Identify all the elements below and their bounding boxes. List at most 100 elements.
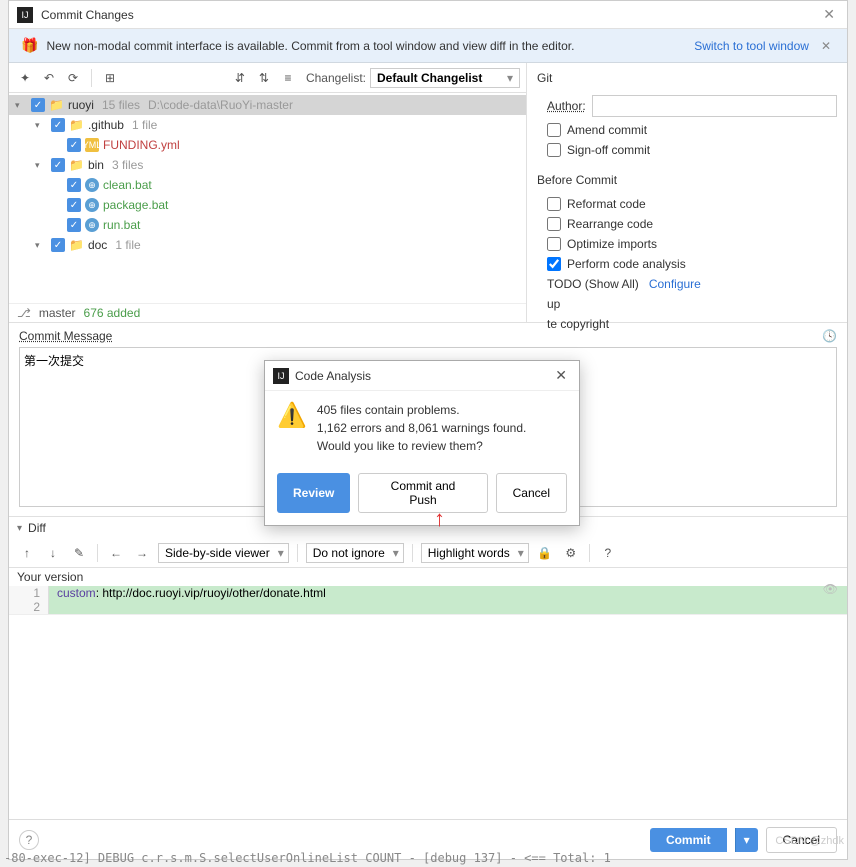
changelist-label: Changelist:: [306, 71, 366, 85]
git-options-pane: Git Author: Amend commit Sign-off commit…: [527, 63, 847, 322]
chevron-down-icon[interactable]: ▾: [35, 240, 47, 251]
author-label: Author:: [547, 99, 586, 113]
checkbox[interactable]: ✓: [67, 138, 81, 152]
changes-tree[interactable]: ▾ ✓ 📁 ruoyi 15 files D:\code-data\RuoYi-…: [9, 93, 526, 303]
checkbox[interactable]: ✓: [51, 158, 65, 172]
diff-toolbar: ↑ ↓ ✎ ← → Side-by-side viewer Do not ign…: [9, 539, 847, 568]
diff-section: ▾ Diff ↑ ↓ ✎ ← → Side-by-side viewer Do …: [9, 516, 847, 814]
branch-icon: ⎇: [17, 306, 31, 320]
gift-icon: 🎁: [21, 37, 38, 54]
refresh-icon[interactable]: ⟳: [63, 68, 83, 88]
configure-link[interactable]: Configure: [649, 277, 701, 291]
help-icon[interactable]: ?: [598, 543, 618, 563]
signoff-checkbox[interactable]: [547, 143, 561, 157]
chevron-down-icon[interactable]: ▾: [15, 100, 27, 111]
folder-icon: 📁: [69, 238, 84, 252]
before-commit-title: Before Commit: [537, 173, 837, 187]
bat-file-icon: ⊕: [85, 178, 99, 192]
collapse-icon[interactable]: ⇅: [254, 68, 274, 88]
checkbox[interactable]: ✓: [67, 218, 81, 232]
folder-icon: 📁: [69, 118, 84, 132]
chevron-down-icon[interactable]: ▾: [17, 523, 22, 534]
bat-file-icon: ⊕: [85, 218, 99, 232]
filter-icon[interactable]: ≡: [278, 68, 298, 88]
tree-root[interactable]: ▾ ✓ 📁 ruoyi 15 files D:\code-data\RuoYi-…: [9, 95, 526, 115]
checkbox[interactable]: ✓: [51, 118, 65, 132]
analysis-checkbox[interactable]: [547, 257, 561, 271]
review-button[interactable]: Review: [277, 473, 350, 513]
tree-file[interactable]: ✓ ⊕ run.bat: [9, 215, 526, 235]
diff-label: Diff: [28, 521, 46, 535]
info-banner: 🎁 New non-modal commit interface is avai…: [9, 29, 847, 63]
tree-file[interactable]: ✓ ⊕ package.bat: [9, 195, 526, 215]
edit-icon[interactable]: ✎: [69, 543, 89, 563]
history-icon[interactable]: 🕓: [822, 329, 837, 343]
debug-output: -80-exec-12] DEBUG c.r.s.m.S.selectUserO…: [0, 849, 856, 867]
viewer-combo[interactable]: Side-by-side viewer: [158, 543, 289, 563]
modal-cancel-button[interactable]: Cancel: [496, 473, 567, 513]
lock-icon[interactable]: 🔒: [535, 543, 555, 563]
expand-icon[interactable]: ⇵: [230, 68, 250, 88]
checkbox[interactable]: ✓: [51, 238, 65, 252]
help-button[interactable]: ?: [19, 830, 39, 850]
code-analysis-modal: IJ Code Analysis ✕ ⚠️ 405 files contain …: [264, 360, 580, 526]
author-field: Author:: [547, 95, 837, 117]
prev-diff-icon[interactable]: ↑: [17, 543, 37, 563]
commit-button[interactable]: Commit: [650, 828, 727, 852]
next-diff-icon[interactable]: ↓: [43, 543, 63, 563]
gear-icon[interactable]: ⚙: [561, 543, 581, 563]
checkbox[interactable]: ✓: [67, 178, 81, 192]
chevron-down-icon[interactable]: ▾: [35, 120, 47, 131]
modal-title: Code Analysis: [295, 369, 551, 383]
warning-icon: ⚠️: [277, 401, 307, 455]
ignore-combo[interactable]: Do not ignore: [306, 543, 404, 563]
optimize-checkbox[interactable]: [547, 237, 561, 251]
commit-message-label: Commit Message: [19, 329, 112, 343]
yml-file-icon: YML: [85, 138, 99, 152]
version-label: Your version: [9, 568, 847, 586]
empty-editor-area: [9, 614, 847, 814]
switch-tool-window-link[interactable]: Switch to tool window: [694, 39, 809, 53]
window-title: Commit Changes: [41, 8, 819, 22]
git-section-title: Git: [537, 71, 837, 85]
titlebar: IJ Commit Changes ✕: [9, 1, 847, 29]
banner-message: New non-modal commit interface is availa…: [46, 39, 686, 53]
highlight-combo[interactable]: Highlight words: [421, 543, 529, 563]
changelist-combo[interactable]: Default Changelist: [370, 68, 520, 88]
tree-folder[interactable]: ▾ ✓ 📁 doc 1 file: [9, 235, 526, 255]
chevron-down-icon[interactable]: ▾: [35, 160, 47, 171]
app-icon: IJ: [17, 7, 33, 23]
revert-icon[interactable]: ↶: [39, 68, 59, 88]
modal-text: 405 files contain problems. 1,162 errors…: [317, 401, 526, 455]
branch-status: ⎇ master 676 added: [9, 303, 526, 322]
eye-icon: 👁: [823, 582, 838, 596]
author-input[interactable]: [592, 95, 837, 117]
back-icon[interactable]: ←: [106, 543, 126, 563]
commit-and-push-button[interactable]: Commit and Push: [358, 473, 487, 513]
folder-icon: 📁: [49, 98, 64, 112]
modal-close-icon[interactable]: ✕: [551, 367, 571, 384]
tree-file[interactable]: ✓ ⊕ clean.bat: [9, 175, 526, 195]
separator: [91, 69, 92, 87]
banner-close-icon[interactable]: ✕: [817, 39, 835, 53]
changes-pane: ✦ ↶ ⟳ ⊞ ⇵ ⇅ ≡ Changelist: Default Change…: [9, 63, 527, 322]
show-diff-icon[interactable]: ✦: [15, 68, 35, 88]
tree-folder[interactable]: ▾ ✓ 📁 bin 3 files: [9, 155, 526, 175]
annotation-arrow-icon: ↑: [434, 506, 445, 532]
amend-checkbox[interactable]: [547, 123, 561, 137]
forward-icon[interactable]: →: [132, 543, 152, 563]
checkbox[interactable]: ✓: [67, 198, 81, 212]
rearrange-checkbox[interactable]: [547, 217, 561, 231]
group-icon[interactable]: ⊞: [100, 68, 120, 88]
app-icon: IJ: [273, 368, 289, 384]
checkbox[interactable]: ✓: [31, 98, 45, 112]
bat-file-icon: ⊕: [85, 198, 99, 212]
close-icon[interactable]: ✕: [819, 6, 839, 23]
tree-file[interactable]: ✓ YML FUNDING.yml: [9, 135, 526, 155]
folder-icon: 📁: [69, 158, 84, 172]
tree-folder[interactable]: ▾ ✓ 📁 .github 1 file: [9, 115, 526, 135]
diff-code-area[interactable]: 1custom: http://doc.ruoyi.vip/ruoyi/othe…: [9, 586, 847, 614]
reformat-checkbox[interactable]: [547, 197, 561, 211]
changes-toolbar: ✦ ↶ ⟳ ⊞ ⇵ ⇅ ≡ Changelist: Default Change…: [9, 63, 526, 93]
commit-split-button[interactable]: ▾: [735, 828, 758, 852]
